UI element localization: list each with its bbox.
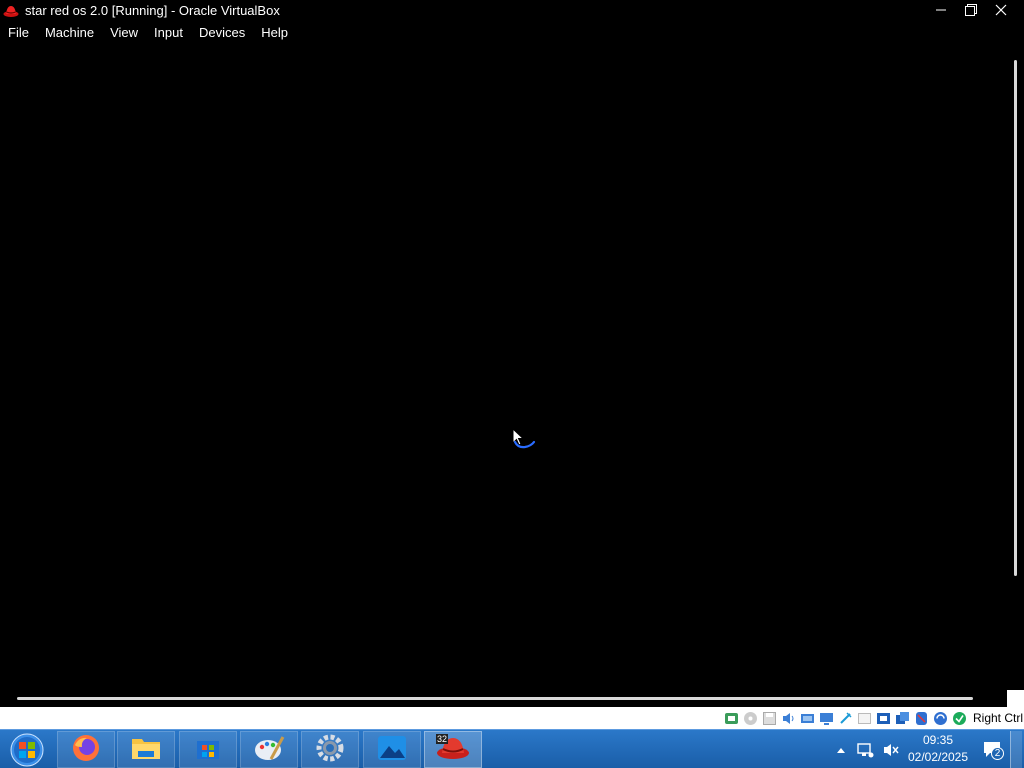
- host-key-indicator-icon[interactable]: [951, 710, 968, 727]
- menu-bar: File Machine View Input Devices Help: [0, 22, 1024, 44]
- shared-folders-icon[interactable]: [799, 710, 816, 727]
- minimize-button[interactable]: [926, 0, 956, 20]
- show-desktop-button[interactable]: [1010, 731, 1022, 768]
- menu-machine[interactable]: Machine: [37, 22, 102, 44]
- paint-palette-icon: [253, 733, 285, 766]
- folder-icon: [130, 734, 162, 765]
- menu-input[interactable]: Input: [146, 22, 191, 44]
- mouse-integration-icon[interactable]: [913, 710, 930, 727]
- status-bar: Right Ctrl: [0, 707, 1024, 729]
- optical-disk-icon[interactable]: [742, 710, 759, 727]
- host-key-label: Right Ctrl: [972, 711, 1023, 725]
- volume-muted-icon[interactable]: [882, 730, 902, 768]
- store-icon: [194, 734, 222, 765]
- usb-icon[interactable]: [837, 710, 854, 727]
- vertical-scrollbar[interactable]: [1007, 44, 1024, 690]
- gear-icon: [315, 733, 345, 766]
- taskbar-firefox[interactable]: [57, 731, 115, 768]
- redhat-hat-icon: [3, 3, 19, 19]
- audio-icon[interactable]: [780, 710, 797, 727]
- window-title-bar: star red os 2.0 [Running] - Oracle Virtu…: [0, 0, 1024, 22]
- menu-devices[interactable]: Devices: [191, 22, 253, 44]
- clock-time: 09:35: [922, 733, 954, 747]
- taskbar-settings[interactable]: [301, 731, 359, 768]
- keyboard-icon[interactable]: [932, 710, 949, 727]
- scrollbar-corner: [1007, 690, 1024, 707]
- restore-button[interactable]: [956, 0, 986, 20]
- recording-icon[interactable]: [856, 710, 873, 727]
- firefox-icon: [71, 733, 101, 766]
- vertical-scroll-thumb[interactable]: [1014, 60, 1017, 576]
- display-icon[interactable]: [818, 710, 835, 727]
- taskbar-paint[interactable]: [240, 731, 298, 768]
- action-center-button[interactable]: 2: [982, 730, 1006, 768]
- network-status-icon[interactable]: [856, 730, 876, 768]
- notification-icon: 2: [982, 740, 1004, 760]
- menu-help[interactable]: Help: [253, 22, 296, 44]
- clock-date: 02/02/2025: [907, 750, 969, 764]
- taskbar-virtualbox[interactable]: 32: [424, 731, 482, 768]
- photos-icon: [377, 734, 407, 765]
- loading-spinner-icon: [512, 438, 538, 453]
- cpu-icon[interactable]: [875, 710, 892, 727]
- floppy-icon[interactable]: [761, 710, 778, 727]
- horizontal-scrollbar[interactable]: [0, 690, 1007, 707]
- taskbar: 32 09:35 02/02/2025 2: [0, 729, 1024, 768]
- architecture-badge: 32: [436, 734, 449, 744]
- taskbar-microsoft-store[interactable]: [179, 731, 237, 768]
- vm-screen[interactable]: [0, 44, 1007, 690]
- vt-x-icon[interactable]: [894, 710, 911, 727]
- system-clock[interactable]: 09:35 02/02/2025: [902, 732, 974, 768]
- menu-view[interactable]: View: [102, 22, 146, 44]
- close-button[interactable]: [986, 0, 1016, 20]
- taskbar-photos[interactable]: [363, 731, 421, 768]
- network-icon[interactable]: [723, 710, 740, 727]
- taskbar-file-explorer[interactable]: [117, 731, 175, 768]
- horizontal-scroll-thumb[interactable]: [17, 697, 973, 700]
- show-hidden-icons-button[interactable]: [836, 730, 850, 768]
- notification-count-badge: 2: [991, 746, 1004, 760]
- window-title: star red os 2.0 [Running] - Oracle Virtu…: [25, 3, 280, 18]
- menu-file[interactable]: File: [0, 22, 37, 44]
- start-button[interactable]: [6, 731, 48, 768]
